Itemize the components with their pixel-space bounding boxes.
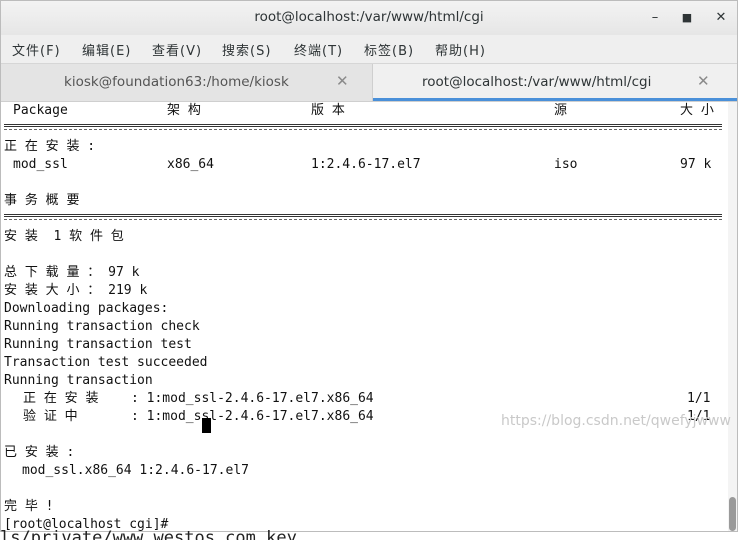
tab-kiosk[interactable]: kiosk@foundation63:/home/kiosk ✕ [1, 64, 373, 101]
step-detail: : 1:mod_ssl-2.4.6-17.el7.x86_64 [131, 391, 374, 406]
col-arch-header: 架 构 [167, 103, 201, 118]
summary-label: 事 务 概 要 [4, 193, 80, 208]
minimize-icon[interactable]: – [646, 9, 664, 27]
text-cursor [202, 418, 211, 433]
installed-package: mod_ssl.x86_64 1:2.4.6-17.el7 [22, 463, 249, 478]
install-count: 安 装 1 软 件 包 [4, 229, 124, 244]
tab-root[interactable]: root@localhost:/var/www/html/cgi ✕ [373, 64, 737, 101]
col-repo-header: 源 [554, 103, 568, 118]
menu-search[interactable]: 搜索(S) [222, 40, 271, 59]
vertical-scrollbar[interactable] [728, 102, 737, 531]
step-label: 验 证 中 [23, 409, 78, 424]
installed-label: 已 安 装 : [4, 445, 75, 460]
log-line: Transaction test succeeded [4, 355, 208, 370]
step-detail: : 1:mod_ssl-2.4.6-17.el7.x86_64 [131, 409, 374, 424]
col-size-header: 大 小 [680, 103, 714, 118]
close-icon[interactable]: ✕ [712, 9, 730, 27]
window-title: root@localhost:/var/www/html/cgi [254, 9, 484, 25]
tab-close-icon[interactable]: ✕ [697, 72, 710, 90]
active-tab-indicator [373, 98, 737, 101]
col-version-header: 版 本 [311, 103, 345, 118]
step-progress: 1/1 [687, 391, 711, 406]
step-label: 正 在 安 装 [23, 391, 99, 406]
package-name: mod_ssl [13, 157, 68, 172]
log-line: Running transaction [4, 373, 153, 388]
total-download: 总 下 载 量 ： 97 k [4, 265, 140, 280]
scrollbar-thumb[interactable] [729, 497, 736, 531]
tab-bar: kiosk@foundation63:/home/kiosk ✕ root@lo… [1, 64, 737, 102]
package-arch: x86_64 [167, 157, 214, 172]
package-repo: iso [554, 157, 578, 172]
separator-rule [4, 124, 722, 132]
package-version: 1:2.4.6-17.el7 [311, 157, 421, 172]
terminal-window: root@localhost:/var/www/html/cgi – ■ ✕ 文… [0, 0, 738, 532]
log-line: Running transaction test [4, 337, 192, 352]
menu-help[interactable]: 帮助(H) [435, 40, 486, 59]
col-package-header: Package [13, 103, 68, 118]
tab-close-icon[interactable]: ✕ [336, 72, 349, 90]
menu-terminal[interactable]: 终端(T) [294, 40, 343, 59]
done-message: 完 毕 ! [4, 499, 54, 514]
menu-view[interactable]: 查看(V) [152, 40, 202, 59]
background-text: ls/private/www.westos.com.key [0, 528, 297, 540]
terminal-output[interactable]: Package 架 构 版 本 源 大 小 正 在 安 装 : mod_ssl … [1, 102, 728, 531]
menu-edit[interactable]: 编辑(E) [82, 40, 131, 59]
log-line: Downloading packages: [4, 301, 169, 316]
menu-tabs[interactable]: 标签(B) [364, 40, 414, 59]
tab-label: kiosk@foundation63:/home/kiosk [64, 74, 289, 90]
menu-bar: 文件(F) 编辑(E) 查看(V) 搜索(S) 终端(T) 标签(B) 帮助(H… [1, 35, 737, 64]
menu-file[interactable]: 文件(F) [12, 40, 61, 59]
title-bar[interactable]: root@localhost:/var/www/html/cgi – ■ ✕ [1, 1, 737, 35]
tab-label: root@localhost:/var/www/html/cgi [422, 74, 652, 90]
package-size: 97 k [680, 157, 712, 172]
installing-label: 正 在 安 装 : [4, 139, 96, 154]
separator-rule [4, 214, 722, 222]
maximize-icon[interactable]: ■ [678, 9, 696, 27]
watermark: https://blog.csdn.net/qwefyjwww [501, 413, 731, 429]
installed-size: 安 装 大 小 ： 219 k [4, 283, 148, 298]
log-line: Running transaction check [4, 319, 200, 334]
